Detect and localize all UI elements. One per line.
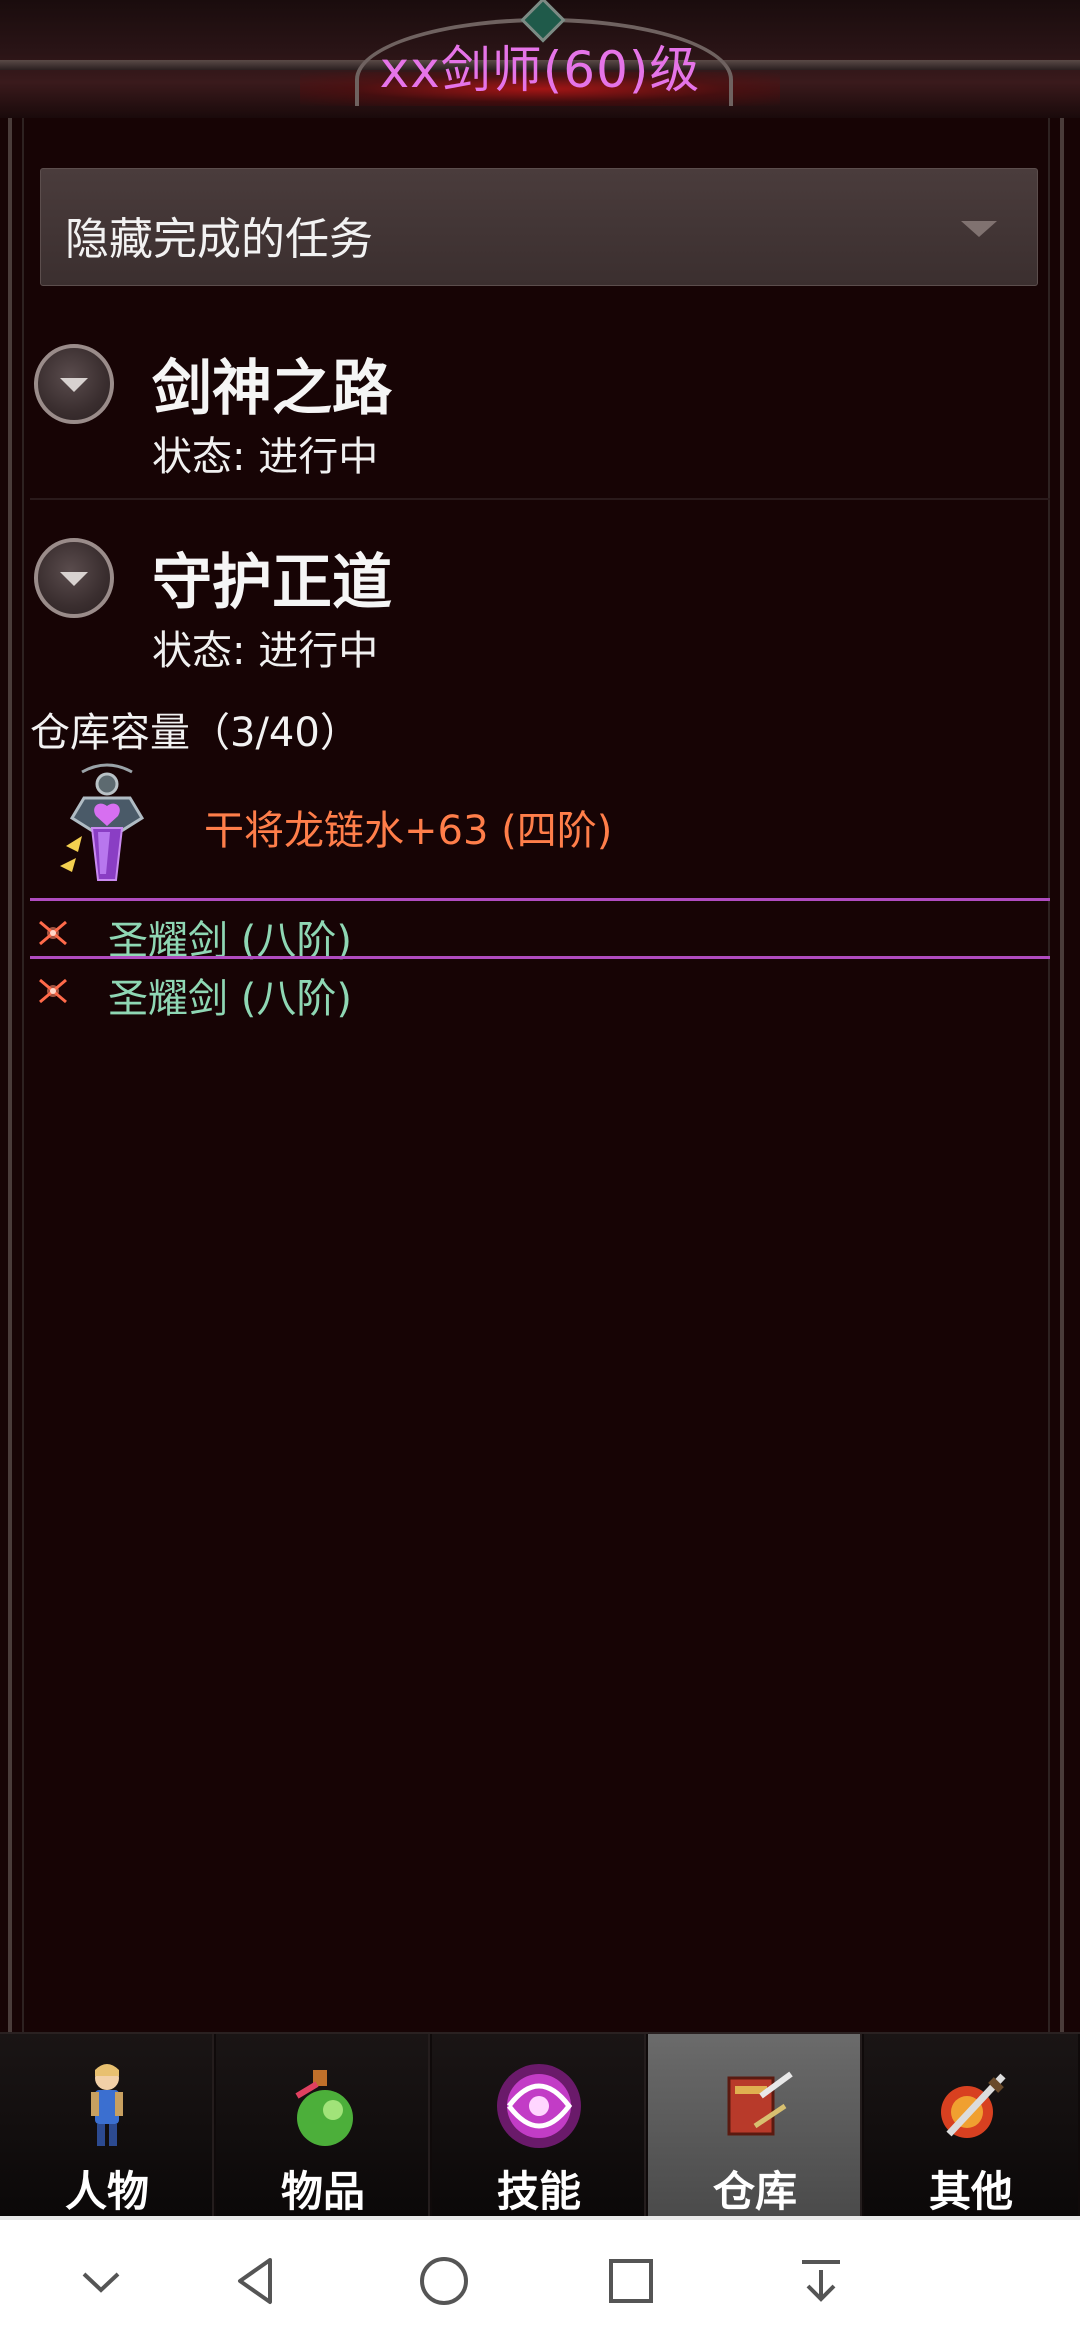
quest-name: 守护正道	[152, 548, 392, 618]
warehouse-item[interactable]: 圣耀剑 (八阶)	[30, 904, 1050, 964]
recents-square-icon[interactable]	[596, 2246, 666, 2316]
sword-shield-icon	[941, 2073, 1006, 2138]
quest-filter-label: 隐藏完成的任务	[65, 214, 373, 265]
quest-item[interactable]: 守护正道 状态: 进行中	[30, 530, 1050, 700]
warehouse-chest-icon	[727, 2071, 793, 2136]
back-triangle-icon[interactable]	[222, 2246, 292, 2316]
tab-label: 物品	[280, 2167, 365, 2216]
quest-divider	[30, 498, 1050, 500]
expand-toggle-icon[interactable]	[34, 344, 114, 424]
tab-label: 其他	[928, 2167, 1013, 2216]
dropdown-arrow-icon	[961, 221, 997, 237]
potion-icon	[295, 2070, 353, 2146]
tab-character[interactable]: 人物	[0, 2034, 214, 2218]
item-separator	[30, 956, 1050, 959]
quest-status-value: 进行中	[258, 628, 379, 674]
item-name: 干将龙链水+63 (四阶)	[204, 808, 613, 854]
quest-item[interactable]: 剑神之路 状态: 进行中	[30, 336, 1050, 506]
tab-other[interactable]: 其他	[864, 2034, 1078, 2218]
character-icon	[91, 2064, 123, 2146]
character-title: xx剑师(60)级	[379, 41, 701, 99]
system-nav-bar	[0, 2216, 1080, 2340]
tab-skills[interactable]: 技能	[432, 2034, 646, 2218]
tab-warehouse[interactable]: 仓库	[648, 2034, 862, 2218]
warehouse-item[interactable]: 圣耀剑 (八阶)	[30, 962, 1050, 1022]
home-circle-icon[interactable]	[409, 2246, 479, 2316]
quest-name: 剑神之路	[152, 354, 392, 424]
item-separator	[30, 898, 1050, 901]
item-name: 圣耀剑 (八阶)	[108, 976, 352, 1022]
sword-spark-icon	[39, 920, 67, 946]
amulet-icon	[60, 763, 145, 881]
bottom-tab-bar: 人物 物品 技能 仓库 其他	[0, 2032, 1080, 2218]
warehouse-item[interactable]: 干将龙链水+63 (四阶)	[30, 758, 1050, 894]
quest-status-label: 状态:	[152, 628, 246, 674]
warehouse-capacity-count: （3/40）	[190, 710, 360, 756]
notification-pull-icon[interactable]	[786, 2246, 856, 2316]
quest-status: 状态: 进行中	[152, 424, 378, 482]
quest-status-label: 状态:	[152, 434, 246, 480]
warehouse-capacity: 仓库容量（3/40）	[30, 700, 360, 758]
quest-filter-dropdown[interactable]: 隐藏完成的任务	[40, 168, 1038, 286]
tab-label: 技能	[496, 2167, 581, 2216]
expand-toggle-icon[interactable]	[34, 538, 114, 618]
sword-spark-icon	[39, 978, 67, 1004]
quest-status-value: 进行中	[258, 434, 379, 480]
tab-label: 人物	[64, 2167, 149, 2216]
title-bar: xx剑师(60)级	[0, 0, 1080, 118]
skill-orb-icon	[497, 2064, 581, 2148]
chevron-down-icon[interactable]	[66, 2246, 136, 2316]
tab-label: 仓库	[712, 2167, 797, 2216]
quest-status: 状态: 进行中	[152, 618, 378, 676]
tab-items[interactable]: 物品	[216, 2034, 430, 2218]
warehouse-capacity-label: 仓库容量	[30, 710, 190, 756]
